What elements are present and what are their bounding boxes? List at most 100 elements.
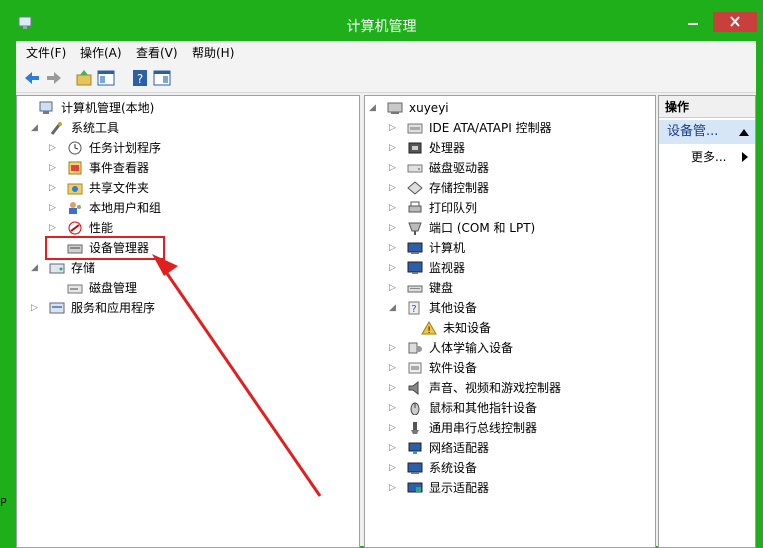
- left-tree-item-4[interactable]: ▷ 共享文件夹: [49, 178, 349, 198]
- content-area: 计算机管理(本地) ◢ 系统工具 ▷ 任务计划程序 ▷ 事件查看器 ▷ 共享文件夹 ▷ 本地用户和组…: [16, 93, 756, 548]
- tree-item-label: 共享文件夹: [89, 181, 150, 195]
- left-tree-item-6[interactable]: ▷ 性能: [49, 218, 349, 238]
- device-category-10[interactable]: ! 未知设备: [403, 318, 653, 338]
- help-icon[interactable]: ?: [130, 68, 150, 88]
- tree-item-label: 声音、视频和游戏控制器: [429, 381, 562, 395]
- device-category-5[interactable]: ▷ 端口 (COM 和 LPT): [389, 218, 639, 238]
- device-category-13[interactable]: ▷ 声音、视频和游戏控制器: [389, 378, 639, 398]
- more-actions-label: 更多...: [691, 150, 727, 164]
- tree-item-label: 未知设备: [443, 321, 492, 335]
- port-icon: [408, 222, 422, 235]
- device-category-14[interactable]: ▷ 鼠标和其他指针设备: [389, 398, 639, 418]
- expand-arrow-icon[interactable]: ▷: [389, 258, 399, 278]
- menu-action[interactable]: 操作(A): [80, 44, 122, 61]
- left-tree-item-2[interactable]: ▷ 任务计划程序: [49, 138, 349, 158]
- expand-arrow-icon[interactable]: ▷: [389, 398, 399, 418]
- storage-controller-icon: [407, 181, 423, 195]
- tree-item-label: 存储控制器: [429, 181, 490, 195]
- device-category-11[interactable]: ▷ 人体学输入设备: [389, 338, 639, 358]
- left-tree-item-5[interactable]: ▷ 本地用户和组: [49, 198, 349, 218]
- expand-arrow-icon[interactable]: ▷: [31, 298, 41, 318]
- device-category-1[interactable]: ▷ 处理器: [389, 138, 639, 158]
- up-folder-icon[interactable]: [74, 68, 94, 88]
- expand-arrow-icon[interactable]: ▷: [389, 218, 399, 238]
- properties-icon[interactable]: [152, 68, 172, 88]
- title-bar[interactable]: 计算机管理: [0, 0, 763, 40]
- device-category-18[interactable]: ▷ 显示适配器: [389, 478, 639, 498]
- users-icon: [69, 202, 81, 214]
- expand-arrow-icon[interactable]: ▷: [389, 138, 399, 158]
- expand-arrow-icon[interactable]: ▷: [389, 478, 399, 498]
- performance-icon: [68, 221, 82, 235]
- back-icon[interactable]: [22, 68, 42, 88]
- collapse-up-icon: [739, 129, 749, 136]
- left-tree-item-10[interactable]: ▷ 服务和应用程序: [31, 298, 331, 318]
- more-actions-link[interactable]: 更多...: [691, 148, 726, 165]
- device-category-9[interactable]: ◢? 其他设备: [389, 298, 639, 318]
- actions-item-label: 设备管...: [667, 124, 719, 139]
- device-category-7[interactable]: ▷ 监视器: [389, 258, 639, 278]
- tree-item-label: 计算机管理(本地): [61, 101, 155, 115]
- expand-arrow-icon[interactable]: ▷: [389, 238, 399, 258]
- collapse-arrow-icon[interactable]: ◢: [31, 258, 41, 278]
- expand-arrow-icon[interactable]: ▷: [389, 158, 399, 178]
- disk-mgmt-icon: [67, 284, 83, 294]
- show-hide-tree-icon[interactable]: [96, 68, 116, 88]
- left-tree-item-0[interactable]: 计算机管理(本地): [21, 98, 321, 118]
- device-tree-pane[interactable]: ◢ xuyeyi ▷ IDE ATA/ATAPI 控制器 ▷ 处理器 ▷ 磁盘驱动器 ▷ 存储控制…: [364, 95, 656, 548]
- left-tree-item-9[interactable]: 磁盘管理: [49, 278, 349, 298]
- expand-arrow-icon[interactable]: ▷: [49, 198, 59, 218]
- expand-arrow-icon[interactable]: ▷: [389, 118, 399, 138]
- collapse-arrow-icon[interactable]: ◢: [369, 98, 379, 118]
- device-category-15[interactable]: ▷ 通用串行总线控制器: [389, 418, 639, 438]
- expand-arrow-icon[interactable]: ▷: [389, 438, 399, 458]
- collapse-arrow-icon[interactable]: ◢: [389, 298, 399, 318]
- expand-arrow-icon[interactable]: ▷: [49, 218, 59, 238]
- svg-text:!: !: [427, 326, 431, 335]
- sound-icon: [408, 381, 419, 395]
- menu-help[interactable]: 帮助(H): [192, 44, 234, 61]
- expand-arrow-icon[interactable]: ▷: [389, 378, 399, 398]
- minimize-button[interactable]: [680, 12, 706, 32]
- expand-arrow-icon[interactable]: ▷: [49, 138, 59, 158]
- software-device-icon: [408, 362, 422, 374]
- other-devices-icon: ?: [408, 301, 420, 315]
- device-tree-root[interactable]: ◢ xuyeyi: [369, 98, 629, 118]
- expand-arrow-icon[interactable]: ▷: [389, 418, 399, 438]
- device-category-17[interactable]: ▷ 系统设备: [389, 458, 639, 478]
- monitor-icon: [407, 261, 423, 274]
- expand-arrow-icon[interactable]: ▷: [49, 158, 59, 178]
- device-category-12[interactable]: ▷ 软件设备: [389, 358, 639, 378]
- storage-icon: [49, 263, 65, 274]
- device-category-16[interactable]: ▷ 网络适配器: [389, 438, 639, 458]
- close-button[interactable]: [713, 12, 757, 32]
- left-tree-item-1[interactable]: ◢ 系统工具: [31, 118, 331, 138]
- device-category-3[interactable]: ▷ 存储控制器: [389, 178, 639, 198]
- tree-item-label: 其他设备: [429, 301, 478, 315]
- menu-file[interactable]: 文件(F): [26, 44, 66, 61]
- expand-arrow-icon[interactable]: ▷: [389, 358, 399, 378]
- expand-arrow-icon[interactable]: ▷: [389, 338, 399, 358]
- cpu-icon: [408, 142, 422, 154]
- menu-view[interactable]: 查看(V): [136, 44, 178, 61]
- left-tree-item-3[interactable]: ▷ 事件查看器: [49, 158, 349, 178]
- unknown-device-icon: !: [421, 321, 437, 335]
- display-adapter-icon: [407, 482, 423, 493]
- actions-device-manager[interactable]: 设备管...: [659, 120, 755, 144]
- device-category-2[interactable]: ▷ 磁盘驱动器: [389, 158, 639, 178]
- expand-arrow-icon[interactable]: ▷: [49, 178, 59, 198]
- device-category-8[interactable]: ▷ 键盘: [389, 278, 639, 298]
- expand-arrow-icon[interactable]: ▷: [389, 458, 399, 478]
- collapse-arrow-icon[interactable]: ◢: [31, 118, 41, 138]
- expand-arrow-icon[interactable]: ▷: [389, 198, 399, 218]
- left-tree-item-8[interactable]: ◢ 存储: [31, 258, 331, 278]
- expand-arrow-icon[interactable]: ▷: [389, 178, 399, 198]
- expand-arrow-icon[interactable]: ▷: [389, 278, 399, 298]
- device-category-0[interactable]: ▷ IDE ATA/ATAPI 控制器: [389, 118, 639, 138]
- device-category-4[interactable]: ▷ 打印队列: [389, 198, 639, 218]
- device-category-6[interactable]: ▷ 计算机: [389, 238, 639, 258]
- console-tree-pane[interactable]: 计算机管理(本地) ◢ 系统工具 ▷ 任务计划程序 ▷ 事件查看器 ▷ 共享文件夹 ▷ 本地用户和组…: [16, 95, 360, 548]
- network-icon: [408, 442, 422, 454]
- forward-icon[interactable]: [44, 68, 64, 88]
- device-manager-highlight-box: [45, 236, 165, 260]
